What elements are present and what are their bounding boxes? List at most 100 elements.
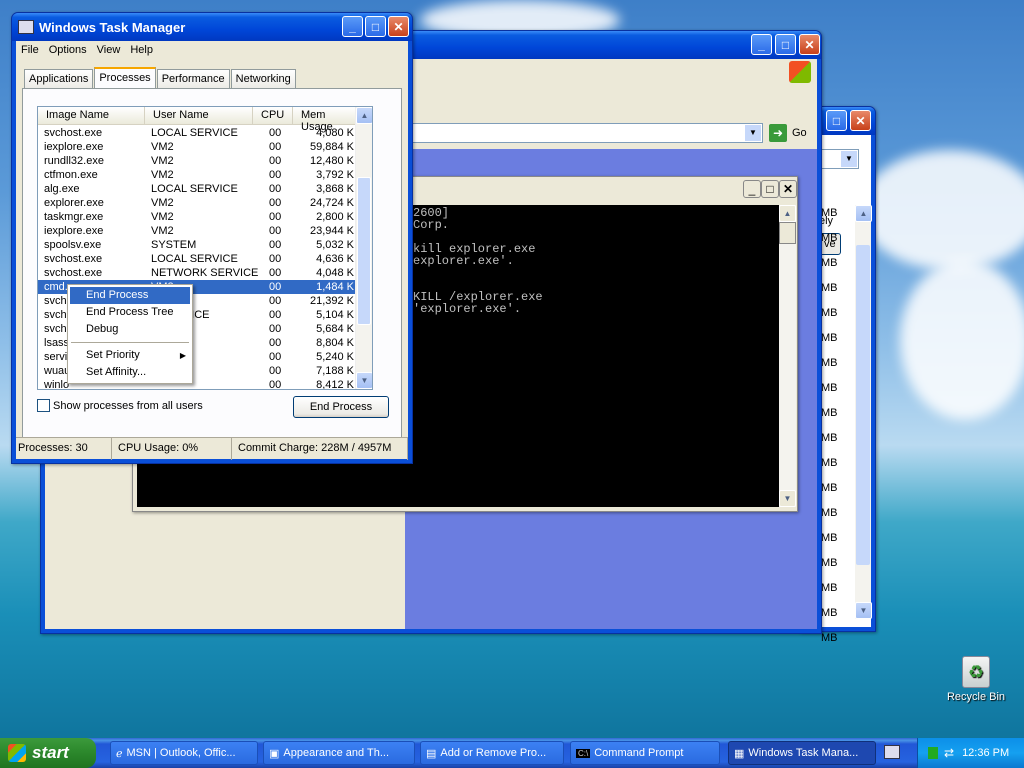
tab-networking[interactable]: Networking xyxy=(230,69,296,88)
console-scrollbar[interactable]: ▲ ▼ xyxy=(779,205,796,507)
table-row[interactable]: taskmgr.exe VM2 00 2,800 K xyxy=(38,210,372,224)
cell-name: explorer.exe xyxy=(44,197,104,209)
table-row[interactable]: svchost.exe LOCAL SERVICE 00 4,080 K xyxy=(38,126,372,140)
scroll-down-icon[interactable]: ▼ xyxy=(356,372,372,389)
table-row[interactable]: alg.exe LOCAL SERVICE 00 3,868 K xyxy=(38,182,372,196)
maximize-button[interactable]: □ xyxy=(365,16,386,37)
recycle-bin[interactable]: ♻ Recycle Bin xyxy=(944,656,1008,703)
close-button[interactable]: ✕ xyxy=(779,180,797,198)
scroll-up-icon[interactable]: ▲ xyxy=(779,205,796,222)
context-menu: End Process End Process Tree Debug Set P… xyxy=(67,284,193,384)
taskbar-item-command-prompt[interactable]: C:\ Command Prompt xyxy=(570,741,720,765)
column-mem-usage[interactable]: Mem Usage xyxy=(293,107,357,133)
start-button[interactable]: start xyxy=(0,738,96,768)
close-button[interactable]: ✕ xyxy=(799,34,820,55)
table-row[interactable]: spoolsv.exe SYSTEM 00 5,032 K xyxy=(38,238,372,252)
show-all-users-checkbox[interactable]: Show processes from all users xyxy=(37,399,203,412)
column-cpu[interactable]: CPU xyxy=(253,107,293,125)
cell-mem: 12,480 K xyxy=(309,155,354,167)
close-button[interactable]: ✕ xyxy=(388,16,409,37)
menu-item-end-process-tree[interactable]: End Process Tree xyxy=(70,304,190,321)
size-unit: MB xyxy=(821,257,838,269)
scroll-up-icon[interactable]: ▲ xyxy=(855,205,872,222)
table-row[interactable]: svchost.exe LOCAL SERVICE 00 4,636 K xyxy=(38,252,372,266)
go-label: Go xyxy=(792,127,807,139)
minimize-button[interactable]: _ xyxy=(342,16,363,37)
menu-item-set-affinity[interactable]: Set Affinity... xyxy=(70,364,190,381)
menu-item-debug[interactable]: Debug xyxy=(70,321,190,338)
cell-mem: 21,392 K xyxy=(309,295,354,307)
taskbar-item-task-manager[interactable]: ▦ Windows Task Mana... xyxy=(728,741,876,765)
scrollbar[interactable]: ▲ ▼ xyxy=(855,205,872,619)
menu-options[interactable]: Options xyxy=(44,42,92,58)
scroll-down-icon[interactable]: ▼ xyxy=(779,490,796,507)
console-line: explorer.exe'. xyxy=(413,254,514,268)
cell-name: iexplore.exe xyxy=(44,141,104,153)
size-unit: MB xyxy=(821,407,838,419)
set-priority-label: Set Priority xyxy=(86,349,140,361)
size-unit: MB xyxy=(821,207,838,219)
cell-cpu: 00 xyxy=(269,197,282,209)
scroll-thumb[interactable] xyxy=(779,222,796,244)
tab-processes[interactable]: Processes xyxy=(94,67,156,88)
menu-separator xyxy=(71,342,189,343)
keyboard-icon[interactable] xyxy=(884,745,900,759)
scroll-down-icon[interactable]: ▼ xyxy=(855,602,872,619)
scroll-thumb[interactable] xyxy=(357,177,371,325)
cell-cpu: 00 xyxy=(269,239,282,251)
cell-cpu: 00 xyxy=(269,281,282,293)
taskbar-item-add-remove[interactable]: ▤ Add or Remove Pro... xyxy=(420,741,564,765)
cell-mem: 5,240 K xyxy=(316,351,354,363)
menu-help[interactable]: Help xyxy=(125,42,158,58)
windows-logo-icon xyxy=(789,61,811,83)
process-list-scrollbar[interactable]: ▲ ▼ xyxy=(355,107,372,389)
scroll-thumb[interactable] xyxy=(856,245,870,565)
address-bar[interactable]: ▼ xyxy=(405,123,763,143)
checkbox-box[interactable] xyxy=(37,399,50,412)
cell-mem: 8,804 K xyxy=(316,337,354,349)
column-user-name[interactable]: User Name xyxy=(145,107,253,125)
table-row[interactable]: svchost.exe NETWORK SERVICE 00 4,048 K xyxy=(38,266,372,280)
taskbar-item-label: Command Prompt xyxy=(594,747,684,759)
minimize-button[interactable]: _ xyxy=(751,34,772,55)
cell-user: VM2 xyxy=(151,225,174,237)
size-unit: MB xyxy=(821,632,838,644)
end-process-button[interactable]: End Process xyxy=(293,396,389,418)
tab-applications[interactable]: Applications xyxy=(24,69,94,88)
menu-item-set-priority[interactable]: Set Priority ▶ xyxy=(70,347,190,364)
column-image-name[interactable]: Image Name xyxy=(38,107,145,125)
go-button[interactable]: ➜ Go xyxy=(769,123,807,143)
table-row[interactable]: iexplore.exe VM2 00 59,884 K xyxy=(38,140,372,154)
chevron-down-icon[interactable]: ▼ xyxy=(745,125,761,141)
network-icon[interactable]: ⇄ xyxy=(944,746,954,760)
taskbar-item-appearance[interactable]: ▣ Appearance and Th... xyxy=(263,741,415,765)
tab-performance[interactable]: Performance xyxy=(156,69,230,88)
close-button[interactable]: ✕ xyxy=(850,110,871,131)
menu-file[interactable]: File xyxy=(16,42,44,58)
task-manager-window[interactable]: Windows Task Manager _ □ ✕ File Options Vi… xyxy=(11,12,413,464)
minimize-button[interactable]: _ xyxy=(743,180,761,198)
menu-view[interactable]: View xyxy=(92,42,126,58)
cell-name: ctfmon.exe xyxy=(44,169,98,181)
table-row[interactable]: ctfmon.exe VM2 00 3,792 K xyxy=(38,168,372,182)
processes-panel: Image Name User Name CPU Mem Usage svcho… xyxy=(22,88,402,440)
cell-cpu: 00 xyxy=(269,225,282,237)
maximize-button[interactable]: □ xyxy=(775,34,796,55)
ie-icon: ℯ xyxy=(116,747,123,760)
console-line: 'explorer.exe'. xyxy=(413,302,522,316)
clock: 12:36 PM xyxy=(962,747,1010,759)
cell-mem: 23,944 K xyxy=(309,225,354,237)
maximize-button[interactable]: □ xyxy=(826,110,847,131)
menu-item-end-process[interactable]: End Process xyxy=(70,287,190,304)
scroll-up-icon[interactable]: ▲ xyxy=(356,107,372,124)
task-manager-tray-icon[interactable] xyxy=(928,747,938,759)
table-row[interactable]: rundll32.exe VM2 00 12,480 K xyxy=(38,154,372,168)
cell-user: VM2 xyxy=(151,155,174,167)
table-row[interactable]: explorer.exe VM2 00 24,724 K xyxy=(38,196,372,210)
maximize-button[interactable]: □ xyxy=(761,180,779,198)
cell-mem: 4,636 K xyxy=(316,253,354,265)
recycle-bin-icon: ♻ xyxy=(962,656,990,688)
table-row[interactable]: iexplore.exe VM2 00 23,944 K xyxy=(38,224,372,238)
taskbar-item-msn[interactable]: ℯ MSN | Outlook, Offic... xyxy=(110,741,258,765)
size-unit: MB xyxy=(821,307,838,319)
